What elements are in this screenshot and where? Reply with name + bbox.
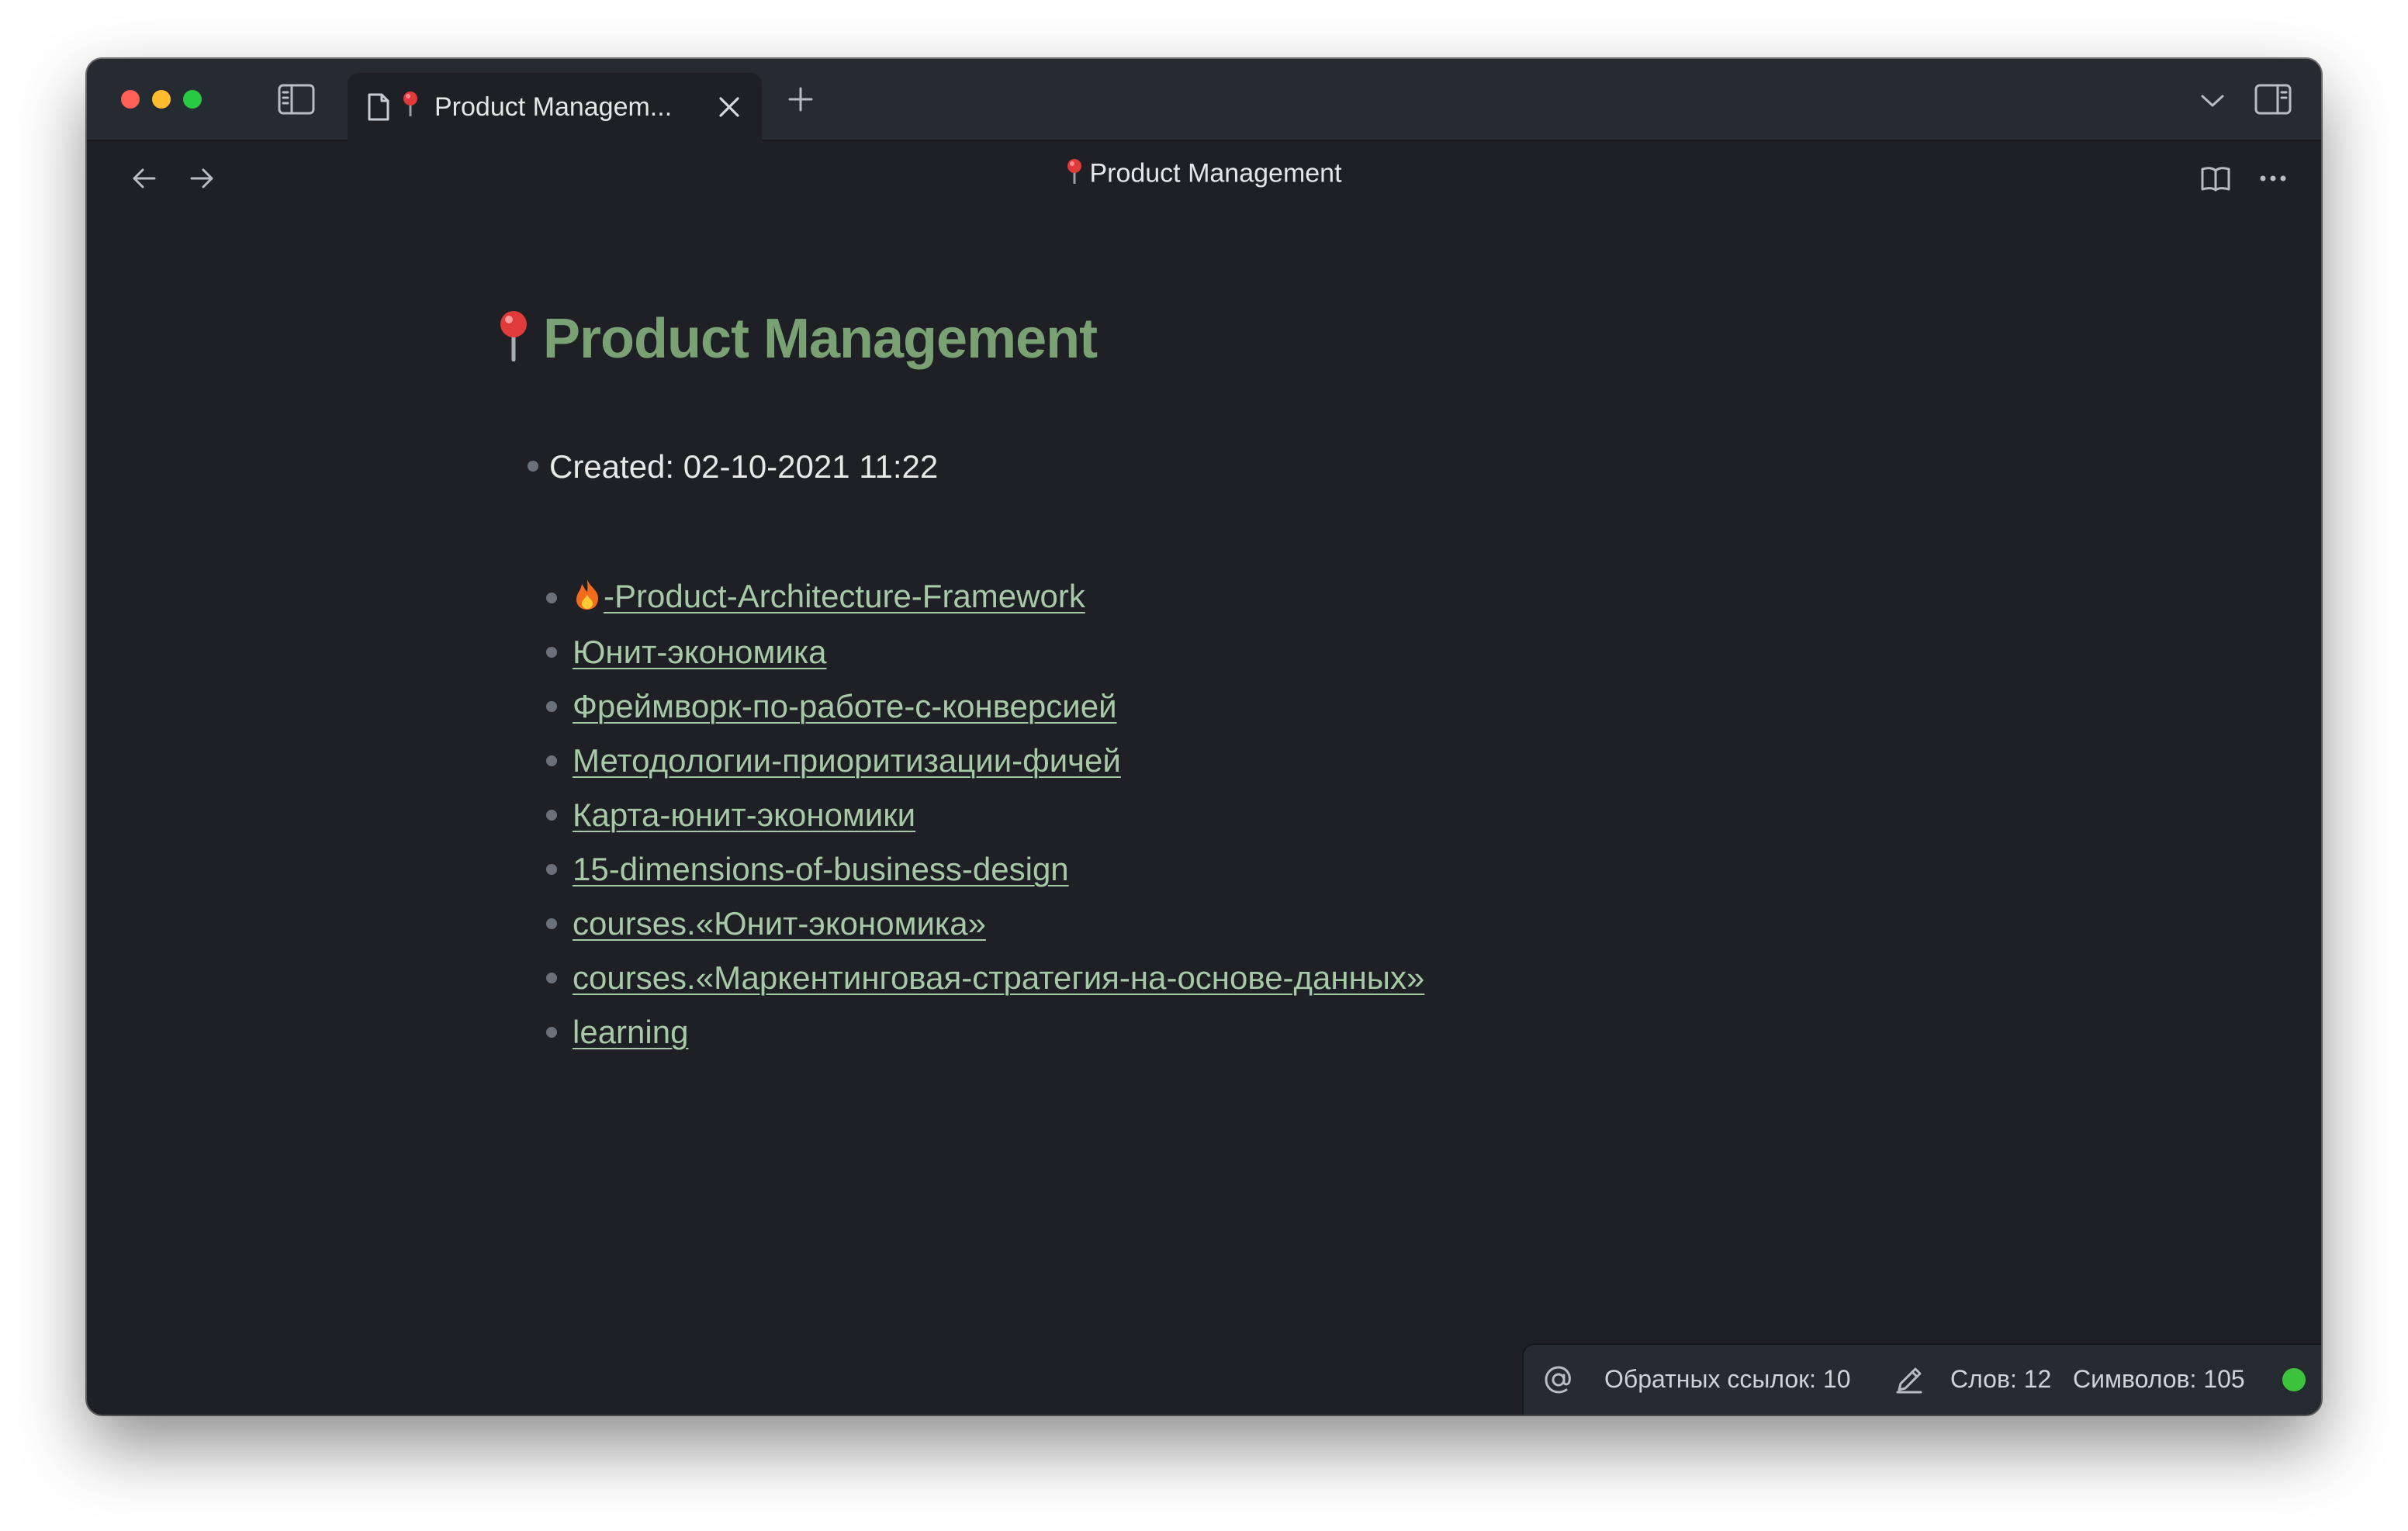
- book-icon[interactable]: [2194, 157, 2237, 200]
- list-item: Юнит-экономика: [546, 625, 1424, 679]
- list-item: learning: [546, 1005, 1424, 1059]
- page-title: Product Management: [498, 307, 1098, 375]
- pin-icon: [498, 310, 529, 375]
- list-bullet: [546, 1027, 557, 1038]
- pin-icon: [1066, 158, 1083, 192]
- at-icon[interactable]: [1541, 1362, 1576, 1398]
- close-window-button[interactable]: [121, 90, 140, 109]
- list-bullet: [546, 864, 557, 875]
- minimize-window-button[interactable]: [152, 90, 171, 109]
- breadcrumb: Product Management: [87, 158, 2321, 192]
- character-count: Символов: 105: [2073, 1365, 2245, 1393]
- list-bullet: [546, 810, 557, 821]
- status-bar: Обратных ссылок: 10 Слов: 12 Символов: 1…: [1522, 1343, 2321, 1415]
- fire-icon: [573, 578, 602, 618]
- more-icon[interactable]: [2251, 157, 2295, 200]
- tab-product-management[interactable]: Product Managem...: [348, 73, 762, 141]
- note-breadcrumb-title[interactable]: Product Management: [1089, 158, 1341, 188]
- list-bullet: [528, 460, 538, 472]
- created-text: Created: 02-10-2021 11:22: [549, 448, 939, 485]
- plus-icon[interactable]: [779, 78, 822, 121]
- list-item: Фреймворк-по-работе-с-конверсией: [546, 679, 1424, 734]
- internal-link[interactable]: Методологии-приоритизации-фичей: [573, 742, 1121, 779]
- internal-link[interactable]: 15-dimensions-of-business-design: [573, 851, 1069, 888]
- pin-icon: [402, 91, 419, 124]
- tab-bar: Product Managem...: [87, 59, 2321, 141]
- pencil-icon[interactable]: [1891, 1362, 1927, 1398]
- page-title-text: Product Management: [543, 308, 1098, 370]
- list-bullet: [546, 593, 557, 603]
- created-property: Created: 02-10-2021 11:22: [528, 448, 938, 486]
- list-item: Методологии-приоритизации-фичей: [546, 734, 1424, 788]
- chevron-down-icon[interactable]: [2194, 82, 2231, 119]
- list-bullet: [546, 755, 557, 766]
- navigation-bar: Product Management: [87, 141, 2321, 216]
- internal-link[interactable]: courses.«Маркентинговая-стратегия-на-осн…: [573, 959, 1424, 997]
- list-item: courses.«Маркентинговая-стратегия-на-осн…: [546, 951, 1424, 1005]
- backlinks-count[interactable]: Обратных ссылок: 10: [1604, 1365, 1851, 1394]
- links-list: -Product-Architecture-Framework Юнит-эко…: [546, 571, 1424, 1059]
- list-bullet: [546, 701, 557, 712]
- list-bullet: [546, 647, 557, 658]
- list-item: Карта-юнит-экономики: [546, 788, 1424, 842]
- list-bullet: [546, 973, 557, 983]
- list-item: courses.«Юнит-экономика»: [546, 897, 1424, 951]
- sidebar-right-icon[interactable]: [2251, 79, 2295, 119]
- word-count: Слов: 12: [1950, 1365, 2052, 1393]
- internal-link[interactable]: Карта-юнит-экономики: [573, 797, 915, 834]
- close-icon[interactable]: [714, 92, 745, 123]
- zoom-window-button[interactable]: [183, 90, 202, 109]
- internal-link[interactable]: courses.«Юнит-экономика»: [573, 905, 986, 942]
- file-icon: [365, 92, 393, 123]
- list-item: -Product-Architecture-Framework: [546, 571, 1424, 625]
- sidebar-left-icon[interactable]: [275, 79, 318, 119]
- internal-link[interactable]: Фреймворк-по-работе-с-конверсией: [573, 688, 1117, 725]
- sync-status-indicator[interactable]: [2282, 1368, 2306, 1391]
- list-item: 15-dimensions-of-business-design: [546, 842, 1424, 897]
- internal-link[interactable]: -Product-Architecture-Framework: [573, 578, 1085, 619]
- internal-link[interactable]: Юнит-экономика: [573, 634, 827, 671]
- tab-title: Product Managem...: [434, 92, 673, 122]
- internal-link[interactable]: learning: [573, 1014, 688, 1051]
- list-bullet: [546, 918, 557, 929]
- app-window: Product Managem... Product Management Pr…: [87, 59, 2321, 1415]
